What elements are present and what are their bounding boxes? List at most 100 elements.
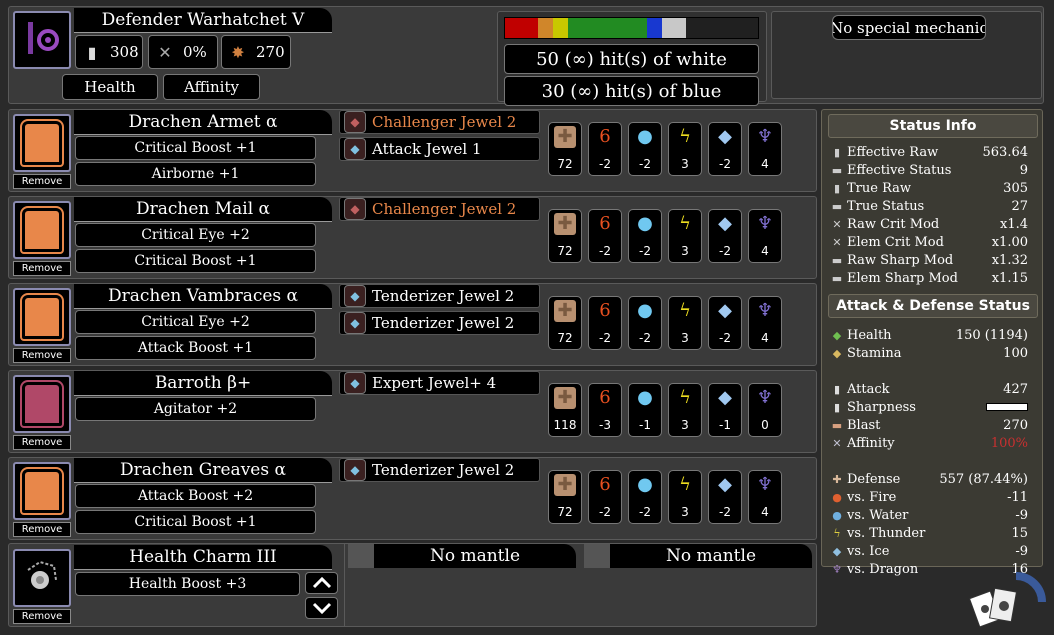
decoration-slot[interactable]: ◆ Attack Jewel 1 xyxy=(339,137,540,161)
ice-icon: ◆ xyxy=(718,300,732,321)
attack-defense-row: ✚ Defense 557 (87.44%) xyxy=(830,470,1028,488)
sharpness-hits-white: 50 (∞) hit(s) of white xyxy=(504,44,759,74)
resistance-box: ✚ 72 xyxy=(548,209,582,263)
decoration-slot[interactable]: ◆ Expert Jewel+ 4 xyxy=(339,371,540,395)
armor-icon-frame[interactable] xyxy=(13,114,71,172)
status-value: 557 (87.44%) xyxy=(939,471,1028,487)
status-row: ▮ Effective Raw 563.64 xyxy=(830,143,1028,161)
resistance-box: ϟ3 xyxy=(668,296,702,350)
decoration-label: Expert Jewel+ 4 xyxy=(372,374,497,392)
attack-defense-row: ◆ vs. Ice -9 xyxy=(830,542,1028,560)
attack-defense-row: ✕ Affinity 100% xyxy=(830,434,1028,452)
charm-scroll-up-button[interactable] xyxy=(305,572,338,594)
thunder-icon: ϟ xyxy=(679,474,691,495)
status-label: vs. Ice xyxy=(847,543,890,559)
resistance-box: ◆ -2 xyxy=(708,296,742,350)
resistance-value: -2 xyxy=(719,331,731,345)
resistance-value: -1 xyxy=(639,418,651,432)
status-label: vs. Water xyxy=(847,507,909,523)
resistance-box: ◆ -2 xyxy=(708,209,742,263)
resistance-box: ✚ 72 xyxy=(548,296,582,350)
chevron-up-icon xyxy=(312,576,331,589)
ice-icon: ◆ xyxy=(718,474,732,495)
status-value: 427 xyxy=(1003,381,1028,397)
armor-remove-button[interactable]: Remove xyxy=(13,522,71,537)
mantle-label: No mantle xyxy=(429,546,521,566)
blast-icon: ▬ xyxy=(831,418,843,432)
decoration-label: Tenderizer Jewel 2 xyxy=(372,461,515,479)
logo-icon xyxy=(968,572,1046,628)
resistance-value: -2 xyxy=(719,157,731,171)
resistance-value: -2 xyxy=(599,244,611,258)
resistance-value: 72 xyxy=(557,505,573,519)
weapon-stat-blast: ✸ 270 xyxy=(221,35,291,69)
decoration-slot[interactable]: ◆ Tenderizer Jewel 2 xyxy=(339,311,540,335)
armor-remove-button[interactable]: Remove xyxy=(13,174,71,189)
status-value: 27 xyxy=(1011,198,1028,214)
resistance-value: 4 xyxy=(761,157,769,171)
armor-name: Drachen Armet α xyxy=(74,110,332,135)
armor-name: Barroth β+ xyxy=(74,371,332,396)
attack-defense-row: ● vs. Fire -11 xyxy=(830,488,1028,506)
decoration-slot[interactable]: ◆ Challenger Jewel 2 xyxy=(339,197,540,221)
defense-icon: ✚ xyxy=(554,474,576,496)
fire-icon: 6 xyxy=(599,387,611,408)
mantle-separator xyxy=(344,543,345,627)
weapon-stat-value: 270 xyxy=(256,43,285,61)
resistance-value: 72 xyxy=(557,331,573,345)
decoration-slot[interactable]: ◆ Tenderizer Jewel 2 xyxy=(339,284,540,308)
resistance-value: 3 xyxy=(681,244,689,258)
fire-icon: 6 xyxy=(599,300,611,321)
armor-remove-button[interactable]: Remove xyxy=(13,261,71,276)
status-value: -9 xyxy=(1015,543,1028,559)
status-label: Effective Status xyxy=(847,162,952,178)
mantle-slot-2[interactable]: No mantle xyxy=(584,544,812,568)
armor-icon-frame[interactable] xyxy=(13,375,71,433)
resistance-box: ♆ 0 xyxy=(748,383,782,437)
armor-icon-frame[interactable] xyxy=(13,288,71,346)
health-button[interactable]: Health xyxy=(62,74,158,100)
gem-icon: ◆ xyxy=(344,138,366,160)
charm-scroll-down-button[interactable] xyxy=(305,597,338,619)
thunder-icon: ϟ xyxy=(679,213,691,234)
status-icon: ▬ xyxy=(831,199,843,213)
armor-skill: Critical Boost +1 xyxy=(75,510,316,534)
weapon-name: Defender Warhatchet V xyxy=(74,8,332,33)
resistance-value: 3 xyxy=(681,157,689,171)
weapon-icon-frame[interactable] xyxy=(13,11,71,69)
charm-remove-button[interactable]: Remove xyxy=(13,609,71,624)
status-label: Attack xyxy=(847,381,890,397)
status-value: x1.00 xyxy=(991,234,1028,250)
attack-icon: ▮ xyxy=(87,42,97,62)
attack-defense-row: ▮ Attack 427 xyxy=(830,380,1028,398)
weapon-stat-affinity: ✕ 0% xyxy=(148,35,218,69)
charm-name: Health Charm III xyxy=(74,545,332,570)
decoration-slot[interactable]: ◆ Tenderizer Jewel 2 xyxy=(339,458,540,482)
stamina-icon: ◆ xyxy=(832,346,842,360)
armor-remove-button[interactable]: Remove xyxy=(13,348,71,363)
resistance-box: ● -2 xyxy=(628,122,662,176)
thunder-icon: ϟ xyxy=(679,126,691,147)
armor-icon-frame[interactable] xyxy=(13,462,71,520)
resistance-box: ✚ 118 xyxy=(548,383,582,437)
mantle-slot-1[interactable]: No mantle xyxy=(348,544,576,568)
resistance-box: ✚ 72 xyxy=(548,122,582,176)
resistance-box: ϟ3 xyxy=(668,122,702,176)
ice-icon: ◆ xyxy=(718,387,732,408)
status-label: Sharpness xyxy=(847,399,916,415)
raw-icon: ▮ xyxy=(833,145,841,159)
decoration-slot[interactable]: ◆ Challenger Jewel 2 xyxy=(339,110,540,134)
armor-remove-button[interactable]: Remove xyxy=(13,435,71,450)
gem-icon: ◆ xyxy=(344,372,366,394)
charm-skill: Health Boost +3 xyxy=(75,572,300,596)
sharpness-segment xyxy=(646,18,662,38)
resistance-box: ♆ 4 xyxy=(748,470,782,524)
charm-icon-frame[interactable] xyxy=(13,549,71,607)
affinity-button[interactable]: Affinity xyxy=(163,74,260,100)
charm-icon xyxy=(27,560,57,589)
sharp-icon: ▬ xyxy=(831,253,843,267)
resistance-box: 6 -2 xyxy=(588,122,622,176)
status-label: True Status xyxy=(847,198,925,214)
armor-icon-frame[interactable] xyxy=(13,201,71,259)
resistance-box: ◆ -2 xyxy=(708,122,742,176)
